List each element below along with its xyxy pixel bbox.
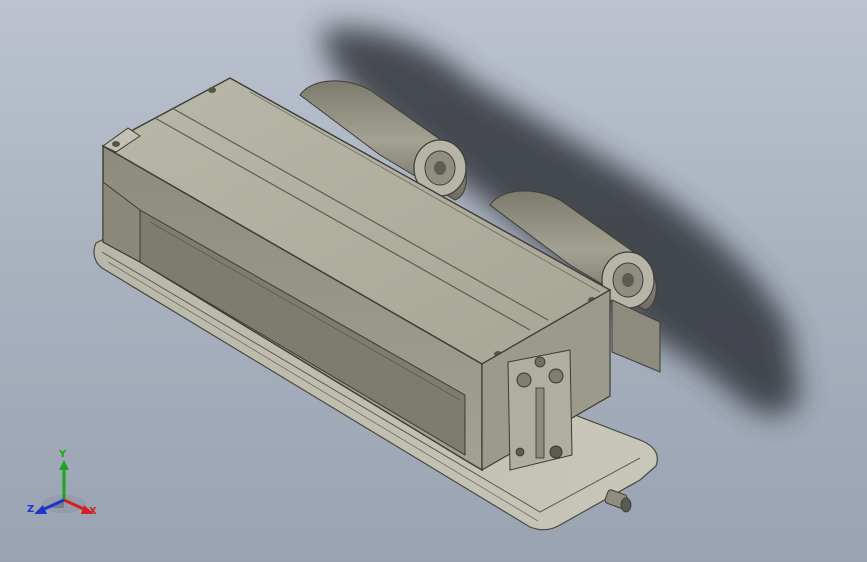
z-axis-label: Z bbox=[27, 504, 35, 515]
y-axis-label: Y bbox=[59, 449, 67, 460]
coil-connection-header bbox=[507, 349, 573, 471]
cad-model-fan-coil-unit[interactable] bbox=[0, 0, 867, 562]
orientation-triad: Y Z X bbox=[26, 448, 106, 524]
drain-outlet bbox=[604, 489, 632, 513]
x-axis-label: X bbox=[89, 506, 97, 517]
graphics-viewport[interactable]: Y Z X bbox=[0, 0, 867, 562]
